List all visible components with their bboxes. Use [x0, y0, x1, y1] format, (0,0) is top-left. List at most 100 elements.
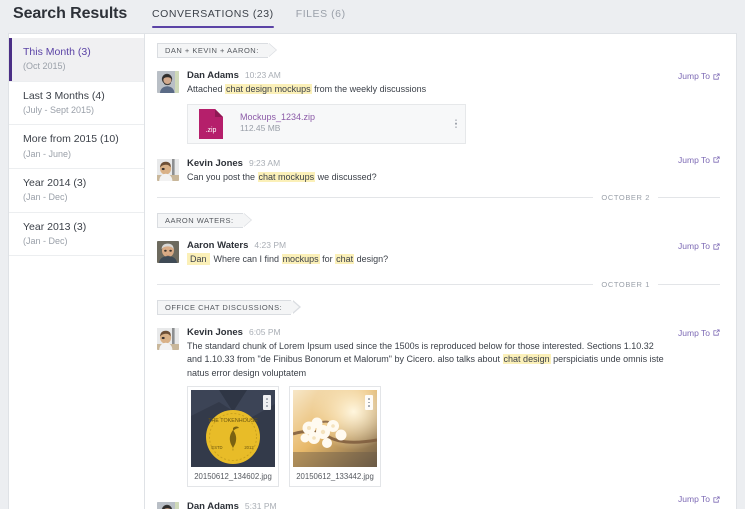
group-tag-office-chat-discussions: OFFICE CHAT DISCUSSIONS: [157, 299, 301, 315]
search-highlight: chat mockups [257, 171, 316, 182]
message-author: Kevin Jones [187, 157, 243, 169]
image-attachment-list: THE TOKENHOUSE ESTD 2012 20150612_134602… [187, 386, 668, 487]
avatar [157, 158, 179, 181]
avatar [157, 502, 179, 509]
avatar-aaron-waters-icon [157, 241, 179, 263]
avatar-dan-adams-icon [157, 502, 179, 509]
sidebar-item-last-3-months[interactable]: Last 3 Months (4) (July - Sept 2015) [9, 82, 144, 126]
message-item: Dan Adams 10:23 AM Attached chat design … [157, 64, 724, 148]
date-divider: OCTOBER 2 [157, 193, 724, 202]
image-options-kebab-icon[interactable] [365, 395, 373, 410]
jump-to-link[interactable]: Jump To [678, 71, 720, 81]
sidebar-item-label: Year 2014 (3) [23, 177, 87, 190]
search-highlight: chat design [502, 354, 551, 364]
image-options-kebab-icon[interactable] [263, 395, 271, 410]
jump-to-label: Jump To [678, 494, 710, 504]
message-text-after: we discussed? [315, 171, 377, 182]
zip-ext-label: .zip [206, 127, 217, 134]
image-thumbnail[interactable]: THE TOKENHOUSE ESTD 2012 20150612_134602… [187, 386, 279, 487]
svg-text:THE TOKENHOUSE: THE TOKENHOUSE [208, 418, 258, 424]
conversation-results-list[interactable]: DAN + KEVIN + AARON: Dan Adams 10:23 AM … [145, 34, 736, 509]
message-body: Kevin Jones 6:05 PM The standard chunk o… [187, 327, 724, 487]
message-text-mid: for [319, 254, 336, 264]
jump-to-link[interactable]: Jump To [678, 328, 720, 338]
results-panel: This Month (3) (Oct 2015) Last 3 Months … [8, 33, 737, 509]
tab-conversations[interactable]: CONVERSATIONS (23) [152, 8, 274, 28]
file-name[interactable]: Mockups_1234.zip [240, 112, 315, 124]
sidebar-item-label: Year 2013 (3) [23, 220, 87, 233]
avatar-dan-adams-icon [157, 71, 179, 93]
message-author: Kevin Jones [187, 326, 243, 338]
app-header: Search Results CONVERSATIONS (23) FILES … [0, 0, 745, 33]
thumbnail-caption: 20150612_134602.jpg [194, 472, 272, 481]
external-link-icon [713, 156, 720, 163]
mention-highlight: Dan [187, 253, 210, 265]
search-highlight: chat [335, 254, 355, 264]
message-text: Can you post the chat mockups we discuss… [187, 171, 668, 185]
date-divider-label: OCTOBER 1 [601, 279, 650, 289]
sidebar-item-sublabel: (July - Sept 2015) [23, 104, 95, 115]
message-body: Kevin Jones 9:23 AM Can you post the cha… [187, 158, 724, 185]
message-text-after: from the weekly discussions [311, 84, 427, 94]
sidebar-item-sublabel: (Jan - June) [23, 148, 72, 159]
group-tag-aaron-waters: AARON WATERS: [157, 213, 252, 228]
file-size: 112.45 MB [240, 123, 281, 134]
jump-to-link[interactable]: Jump To [678, 494, 720, 504]
date-filter-sidebar: This Month (3) (Oct 2015) Last 3 Months … [9, 34, 145, 509]
file-options-kebab-icon[interactable] [455, 119, 457, 128]
external-link-icon [713, 495, 720, 503]
jump-to-link[interactable]: Jump To [678, 155, 720, 165]
message-timestamp: 6:05 PM [248, 326, 281, 337]
message-text-before: Can you post the [187, 171, 258, 182]
divider-line [157, 283, 594, 285]
avatar [157, 241, 179, 263]
message-header: Kevin Jones 6:05 PM [187, 327, 668, 338]
svg-text:ESTD: ESTD [211, 445, 222, 450]
file-attachment-card[interactable]: .zip Mockups_1234.zip 112.45 MB [187, 103, 466, 144]
group-tag-dan-kevin-aaron: DAN + KEVIN + AARON: [157, 43, 277, 58]
message-item: Kevin Jones 6:05 PM The standard chunk o… [157, 321, 724, 487]
jump-to-label: Jump To [678, 71, 710, 81]
message-text: The standard chunk of Lorem Ipsum used s… [187, 340, 668, 381]
message-timestamp: 10:23 AM [244, 70, 281, 80]
message-author: Dan Adams [187, 501, 239, 509]
divider-line [658, 197, 720, 198]
sidebar-item-more-from-2015[interactable]: More from 2015 (10) (Jan - June) [9, 125, 144, 170]
message-timestamp: 9:23 AM [248, 157, 281, 168]
jump-to-link[interactable]: Jump To [678, 241, 720, 251]
sidebar-item-year-2013[interactable]: Year 2013 (3) (Jan - Dec) [9, 213, 144, 257]
message-text-before: Where can I find [213, 254, 282, 264]
message-author: Aaron Waters [187, 240, 249, 251]
message-header: Dan Adams 10:23 AM [187, 70, 668, 81]
message-item: Aaron Waters 4:23 PM Dan Where can I find… [157, 234, 724, 267]
avatar-kevin-jones-icon [157, 327, 179, 350]
sidebar-item-year-2014[interactable]: Year 2014 (3) (Jan - Dec) [9, 169, 144, 213]
avatar-kevin-jones-icon [157, 158, 179, 181]
tab-files[interactable]: FILES (6) [296, 8, 346, 28]
message-text: Dan Where can I find mockups for chat des… [187, 253, 668, 267]
sidebar-item-label: This Month (3) [23, 46, 91, 58]
avatar [157, 71, 179, 93]
message-timestamp: 4:23 PM [254, 240, 287, 250]
message-body: Dan Adams 5:31 PM It is a long establish… [187, 501, 724, 509]
message-header: Aaron Waters 4:23 PM [187, 240, 668, 251]
message-item: Kevin Jones 9:23 AM Can you post the cha… [157, 148, 724, 185]
date-divider-label: OCTOBER 2 [601, 193, 650, 202]
search-highlight: chat design mockups [225, 84, 312, 94]
sidebar-item-this-month[interactable]: This Month (3) (Oct 2015) [9, 38, 144, 82]
sidebar-item-sublabel: (Oct 2015) [23, 61, 66, 72]
image-thumbnail[interactable]: 20150612_133442.jpg [289, 386, 381, 487]
sidebar-item-label: Last 3 Months (4) [23, 89, 105, 102]
message-text-before: Attached [187, 84, 226, 94]
svg-text:2012: 2012 [244, 445, 254, 450]
message-header: Dan Adams 5:31 PM [187, 501, 668, 509]
thumbnail-image-blossom [293, 390, 377, 467]
page-title: Search Results [13, 5, 128, 22]
sidebar-item-label: More from 2015 (10) [23, 133, 119, 146]
divider-line [658, 283, 720, 285]
jump-to-label: Jump To [678, 327, 710, 338]
date-divider: OCTOBER 1 [157, 280, 724, 289]
thumbnail-caption: 20150612_133442.jpg [296, 472, 374, 481]
message-author: Dan Adams [187, 70, 239, 81]
message-text: Attached chat design mockups from the we… [187, 83, 668, 97]
